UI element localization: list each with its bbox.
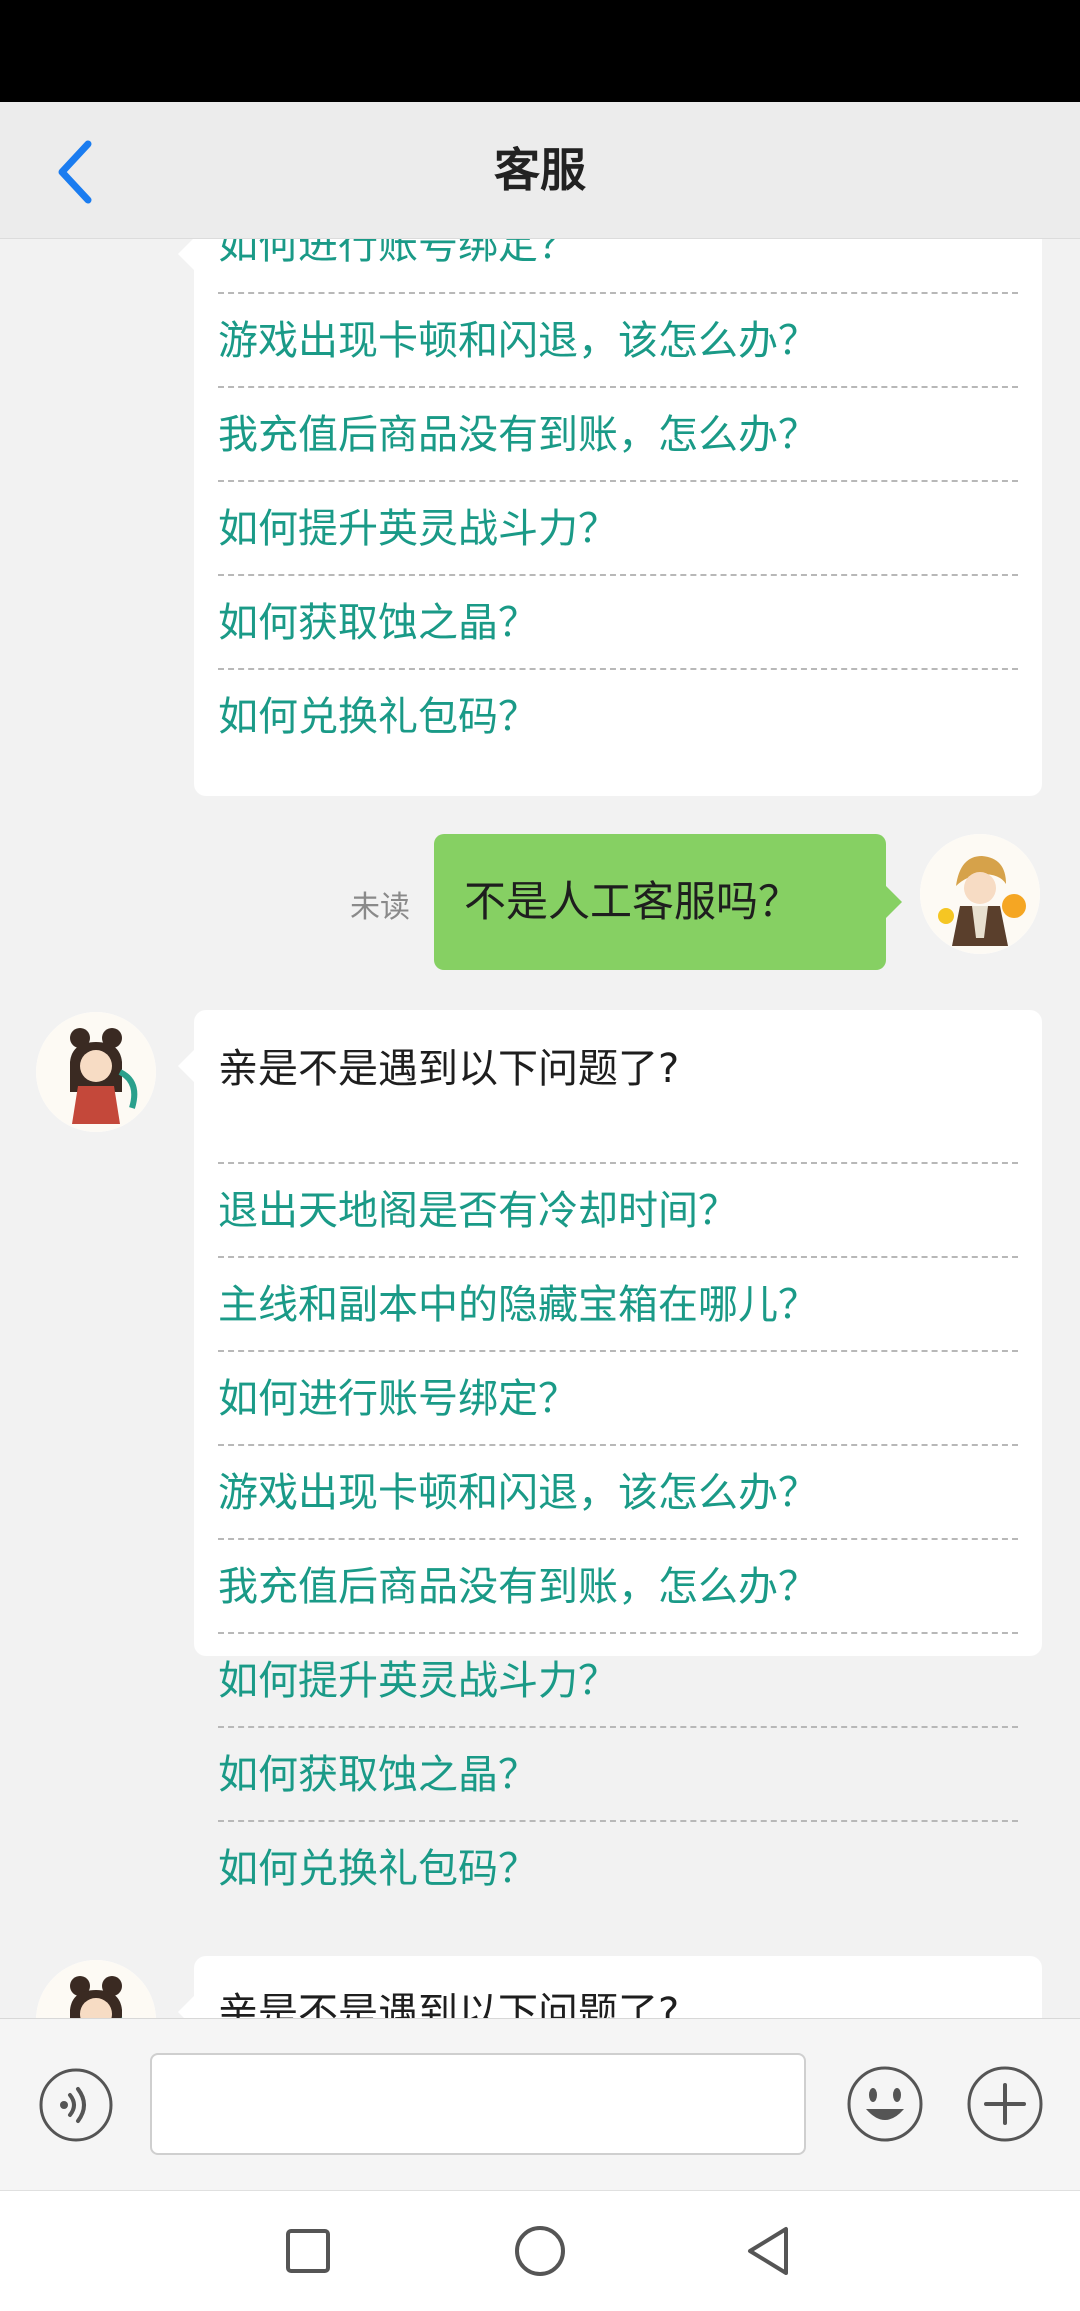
faq-link[interactable]: 如何进行账号绑定？ <box>218 238 1018 292</box>
faq-link[interactable]: 我充值后商品没有到账，怎么办？ <box>218 386 1018 482</box>
faq-link[interactable]: 如何提升英灵战斗力？ <box>218 480 1018 576</box>
user-message-text: 不是人工客服吗？ <box>464 877 801 926</box>
plus-button[interactable] <box>966 2065 1044 2143</box>
user-avatar-image <box>920 834 1040 954</box>
header: 客服 <box>0 102 1080 239</box>
system-nav-bar <box>0 2190 1080 2311</box>
unread-status: 未读 <box>350 890 410 925</box>
triangle-back-icon <box>748 2227 788 2275</box>
bot-greeting: 亲是不是遇到以下问题了? <box>218 1990 680 2018</box>
voice-button[interactable] <box>38 2067 114 2143</box>
message-input[interactable] <box>150 2053 806 2155</box>
faq-link[interactable]: 如何获取蚀之晶？ <box>218 1726 1018 1822</box>
page-title: 客服 <box>494 143 586 197</box>
faq-link[interactable]: 游戏出现卡顿和闪退，该怎么办？ <box>218 1444 1018 1540</box>
bot-message-bubble: 如何进行账号绑定？ 游戏出现卡顿和闪退，该怎么办？ 我充值后商品没有到账，怎么办… <box>178 238 1042 796</box>
status-bar <box>0 0 1080 102</box>
faq-link[interactable]: 如何进行账号绑定？ <box>218 1350 1018 1446</box>
smiley-icon <box>847 2066 923 2142</box>
faq-link[interactable]: 如何兑换礼包码？ <box>218 1820 1018 1916</box>
bot-avatar[interactable] <box>36 1960 156 2018</box>
bot-avatar[interactable] <box>36 1012 156 1132</box>
circle-icon <box>515 2226 565 2276</box>
bot-avatar-image <box>36 1960 156 2018</box>
emoji-button[interactable] <box>846 2065 924 2143</box>
square-icon <box>286 2229 330 2273</box>
faq-link[interactable]: 如何兑换礼包码？ <box>218 668 1018 764</box>
faq-link[interactable]: 如何获取蚀之晶？ <box>218 574 1018 670</box>
chat-area[interactable]: 如何进行账号绑定？ 游戏出现卡顿和闪退，该怎么办？ 我充值后商品没有到账，怎么办… <box>0 238 1080 2018</box>
user-message-bubble: 不是人工客服吗？ <box>434 834 902 970</box>
faq-link[interactable]: 如何提升英灵战斗力？ <box>218 1632 1018 1728</box>
faq-link[interactable]: 退出天地阁是否有冷却时间？ <box>218 1162 1018 1258</box>
bot-message-bubble: 亲是不是遇到以下问题了? 退出天地阁是否有冷却时间？ 主线和副本中的隐藏宝箱在哪… <box>178 1010 1042 1892</box>
bot-message-bubble: 亲是不是遇到以下问题了? <box>178 1956 1042 2018</box>
recents-button[interactable] <box>278 2221 338 2281</box>
plus-icon <box>967 2066 1043 2142</box>
faq-link[interactable]: 我充值后商品没有到账，怎么办？ <box>218 1538 1018 1634</box>
faq-link[interactable]: 主线和副本中的隐藏宝箱在哪儿？ <box>218 1256 1018 1352</box>
user-avatar[interactable] <box>920 834 1040 954</box>
home-button[interactable] <box>510 2221 570 2281</box>
input-bar <box>0 2018 1080 2191</box>
bot-avatar-image <box>36 1012 156 1132</box>
faq-link[interactable]: 游戏出现卡顿和闪退，该怎么办？ <box>218 292 1018 388</box>
nav-back-button[interactable] <box>740 2221 800 2281</box>
bot-greeting: 亲是不是遇到以下问题了? <box>218 1046 680 1092</box>
voice-icon <box>39 2068 113 2142</box>
